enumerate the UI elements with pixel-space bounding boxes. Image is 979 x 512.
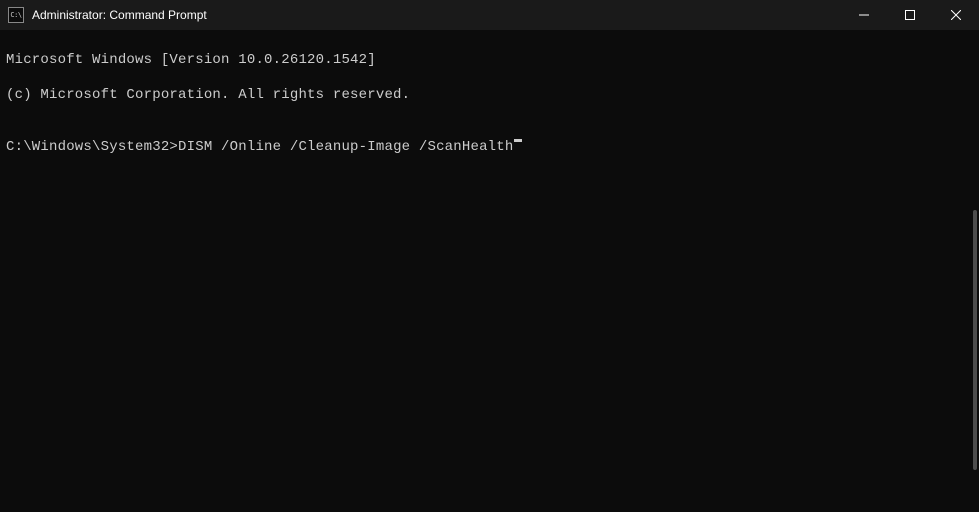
minimize-icon xyxy=(859,10,869,20)
scrollbar-track[interactable] xyxy=(971,30,977,512)
minimize-button[interactable] xyxy=(841,0,887,30)
maximize-icon xyxy=(905,10,915,20)
maximize-button[interactable] xyxy=(887,0,933,30)
cursor xyxy=(514,139,522,142)
terminal-output[interactable]: Microsoft Windows [Version 10.0.26120.15… xyxy=(0,30,979,512)
prompt-line: C:\Windows\System32>DISM /Online /Cleanu… xyxy=(6,139,973,157)
window-title: Administrator: Command Prompt xyxy=(32,8,841,22)
copyright-line: (c) Microsoft Corporation. All rights re… xyxy=(6,87,973,105)
prompt-path: C:\Windows\System32> xyxy=(6,139,178,157)
cmd-icon: C:\ xyxy=(8,7,24,23)
version-line: Microsoft Windows [Version 10.0.26120.15… xyxy=(6,52,973,70)
command-text: DISM /Online /Cleanup-Image /ScanHealth xyxy=(178,139,513,157)
window-controls xyxy=(841,0,979,30)
scrollbar-thumb[interactable] xyxy=(973,210,977,470)
close-button[interactable] xyxy=(933,0,979,30)
close-icon xyxy=(951,10,961,20)
window-titlebar[interactable]: C:\ Administrator: Command Prompt xyxy=(0,0,979,30)
